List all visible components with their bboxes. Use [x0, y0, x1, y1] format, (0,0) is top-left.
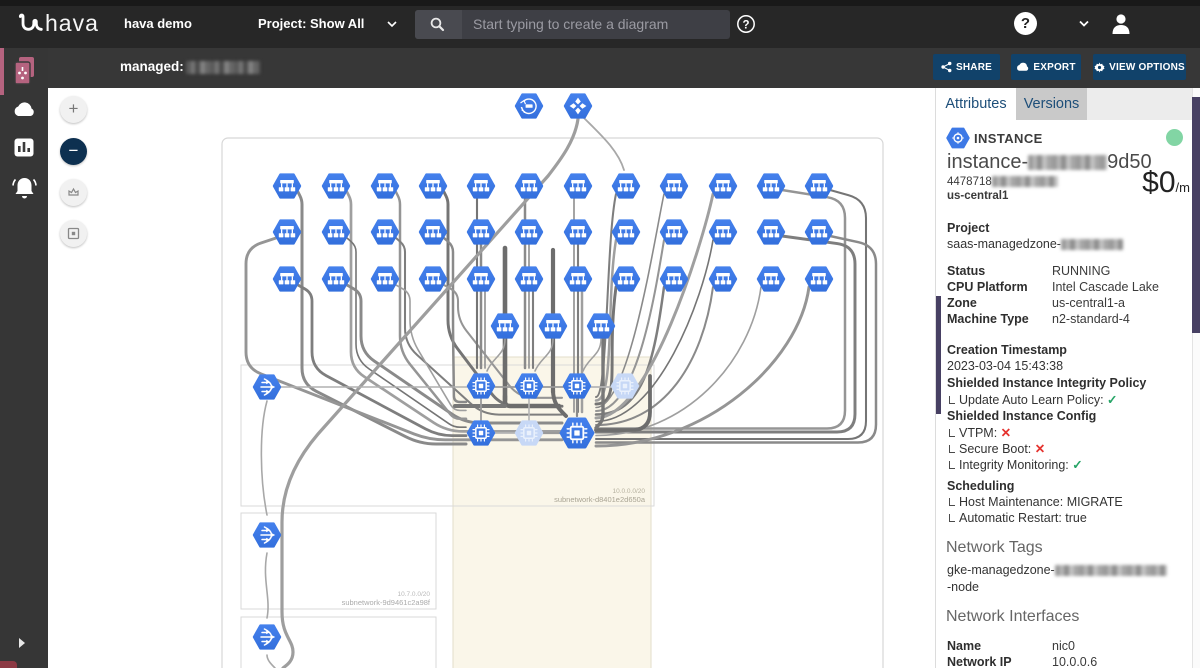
svg-text:10.7.0.0/20: 10.7.0.0/20 — [397, 591, 430, 598]
svg-text:?: ? — [742, 20, 749, 32]
svg-text:subnetwork-9d9461c2a98f: subnetwork-9d9461c2a98f — [342, 598, 431, 607]
svg-text:10.0.0.0/20: 10.0.0.0/20 — [612, 488, 645, 495]
svg-text:subnetwork-d8401e2d650a: subnetwork-d8401e2d650a — [554, 495, 646, 504]
